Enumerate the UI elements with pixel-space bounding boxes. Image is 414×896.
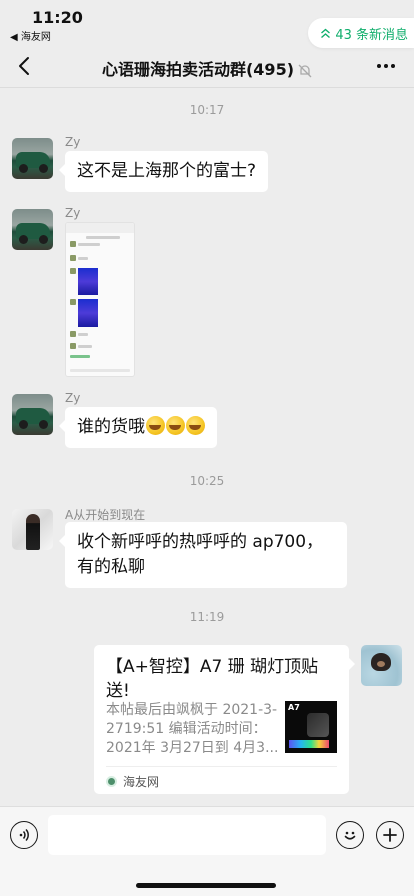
- sender-name: A从开始到现在: [65, 508, 146, 522]
- mute-bell-icon: [298, 64, 312, 77]
- message-input[interactable]: [48, 815, 326, 855]
- avatar[interactable]: [12, 394, 53, 435]
- message-bubble[interactable]: 这不是上海那个的富士?: [58, 151, 269, 192]
- avatar[interactable]: [12, 138, 53, 179]
- back-to-app-link[interactable]: ◀ 海友网: [10, 28, 51, 43]
- source-name: 海友网: [123, 775, 160, 789]
- new-messages-label: 43 条新消息: [335, 27, 408, 43]
- avatar[interactable]: [12, 509, 53, 550]
- laughing-emoji-icon: [186, 416, 205, 435]
- more-options-button[interactable]: [374, 54, 398, 78]
- chat-timestamp: 10:17: [189, 103, 225, 117]
- divider: [106, 766, 337, 767]
- link-card-title: 【A+智控】A7 珊 瑚灯顶贴送!: [106, 657, 319, 701]
- sender-name: Zy: [65, 391, 81, 405]
- chat-timestamp: 11:19: [189, 610, 225, 624]
- chat-title: 心语珊海拍卖活动群(495): [0, 56, 414, 80]
- double-chevron-up-icon: [321, 28, 331, 38]
- sender-name: Zy: [65, 135, 81, 149]
- message-text: 收个新呼呼的热呼呼的 ap700，有的私聊: [77, 532, 324, 577]
- input-bar: [0, 806, 414, 896]
- nav-bar: 心语珊海拍卖活动群(495): [0, 44, 414, 88]
- source-app-icon: [106, 776, 117, 787]
- thumbnail-label: A7: [288, 703, 300, 712]
- laughing-emoji-icon: [146, 416, 165, 435]
- my-avatar[interactable]: [361, 645, 402, 686]
- link-card-description: 本帖最后由飒枫于 2021-3-2719:51 编辑活动时间：2021年 3月2…: [106, 702, 279, 756]
- voice-input-button[interactable]: [10, 821, 38, 849]
- message-bubble[interactable]: 收个新呼呼的热呼呼的 ap700，有的私聊: [59, 522, 347, 588]
- message-text: 谁的货哦: [77, 417, 145, 437]
- home-indicator: [136, 883, 276, 888]
- link-card-thumbnail: A7: [285, 701, 337, 753]
- status-time: 11:20: [32, 8, 83, 27]
- chat-title-text: 心语珊海拍卖活动群(495): [101, 60, 295, 79]
- message-bubble[interactable]: 谁的货哦: [59, 407, 217, 448]
- link-card-source: 海友网: [106, 773, 159, 790]
- more-actions-button[interactable]: [376, 821, 404, 849]
- image-message[interactable]: [65, 222, 135, 377]
- sender-name: Zy: [65, 206, 81, 220]
- plus-icon: [383, 828, 397, 842]
- avatar[interactable]: [12, 209, 53, 250]
- message-text: 这不是上海那个的富士?: [77, 161, 257, 181]
- smiley-icon: [344, 831, 356, 840]
- voice-icon: [19, 828, 29, 842]
- link-card[interactable]: 【A+智控】A7 珊 瑚灯顶贴送! 本帖最后由飒枫于 2021-3-2719:5…: [94, 645, 355, 794]
- emoji-button[interactable]: [336, 821, 364, 849]
- new-messages-button[interactable]: 43 条新消息: [308, 18, 414, 48]
- chat-timestamp: 10:25: [189, 474, 225, 488]
- laughing-emoji-icon: [166, 416, 185, 435]
